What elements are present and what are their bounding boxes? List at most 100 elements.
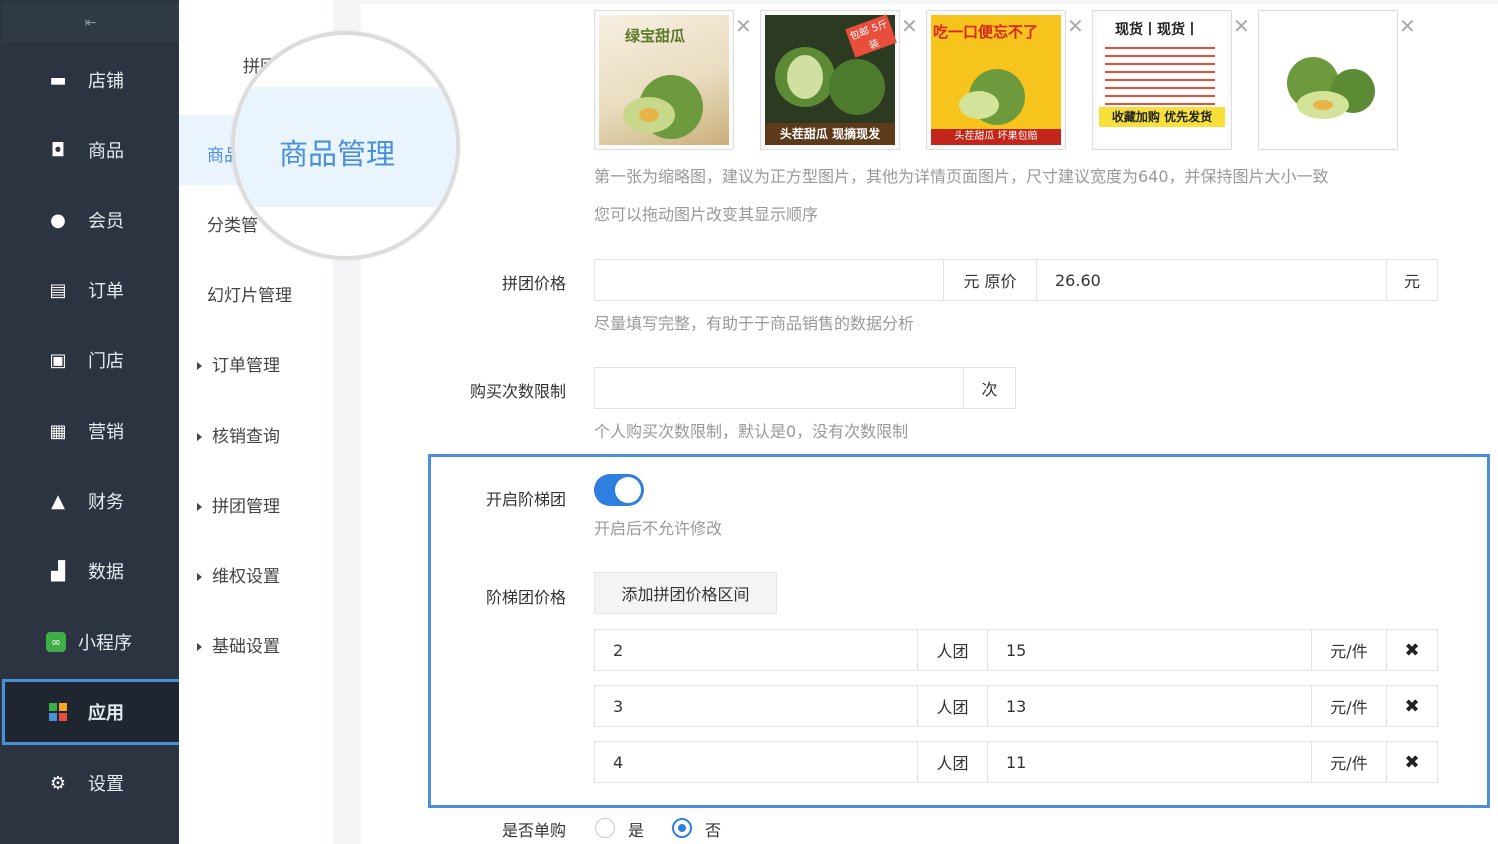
people-count-input[interactable]: 4 [594,741,918,783]
sidebar-item-data[interactable]: ▟ 数据 [2,541,179,601]
ladder-price-input[interactable]: 13 [987,685,1312,727]
image-footer: 头茬甜瓜 坏果包赔 [931,129,1061,145]
image-help-text: 第一张为缩略图，建议为正方型图片，其他为详情页面图片，尺寸建议宽度为640，并保… [594,167,1329,186]
original-price-input[interactable]: 26.60 [1036,259,1387,301]
image-caption: 现货丨现货丨 [1115,22,1199,38]
close-icon[interactable]: ✕ [1067,14,1084,38]
sidebar-item-apps[interactable]: 应用 [2,679,189,745]
money-bag-icon: ▲ [51,490,65,512]
price-unit-addon: 元 [1386,259,1438,301]
sidebar-item-members[interactable]: ● 会员 [2,190,179,250]
subnav-item-verify[interactable]: 核销查询 [197,422,280,447]
people-count-input[interactable]: 2 [594,629,918,671]
price-unit-addon: 元/件 [1311,685,1387,727]
collapse-icon[interactable]: ⇤ [2,3,179,43]
ladder-price-input[interactable]: 15 [987,629,1312,671]
ladder-toggle-switch[interactable] [594,474,644,506]
people-unit-addon: 人团 [917,741,988,783]
subnav-item-basic[interactable]: 基础设置 [197,632,280,657]
group-price-label: 拼团价格 [501,274,566,293]
original-price-addon: 元 原价 [943,259,1037,301]
promo-text-lines [1105,41,1215,105]
shop-icon: ▣ [49,349,67,371]
sidebar-item-label: 营销 [88,422,124,443]
limit-unit-addon: 次 [963,367,1016,409]
ladder-price-input[interactable]: 11 [987,741,1312,783]
purchase-limit-label: 购买次数限制 [469,382,566,401]
user-icon: ● [50,209,66,231]
store-icon: ▬ [49,69,67,91]
sidebar-item-marketing[interactable]: ▦ 营销 [2,401,179,461]
sidebar-item-label: 应用 [88,703,124,724]
people-unit-addon: 人团 [917,629,988,671]
sidebar-item-label: 财务 [88,492,124,513]
main-sidebar: ⇤ ▬ 店铺 ◘ 商品 ● 会员 ▤ 订单 ▣ 门店 ▦ 营销 ▲ 财务 ▟ 数据 ∞ 小程序 应… [0,0,189,844]
delete-row-icon[interactable]: ✖ [1386,629,1438,671]
add-price-range-button[interactable]: 添加拼团价格区间 [594,572,777,614]
sidebar-item-settings[interactable]: ⚙ 设置 [2,753,179,813]
subnav-item-slides[interactable]: 幻灯片管理 [207,281,292,306]
close-icon[interactable]: ✕ [735,14,752,38]
sidebar-item-orders[interactable]: ▤ 订单 [2,260,179,320]
sidebar-item-label: 设置 [88,774,124,795]
sidebar-item-label: 商品 [88,141,124,162]
single-purchase-label: 是否单购 [501,821,566,840]
purchase-limit-input[interactable] [594,367,964,409]
single-no-label: 否 [705,821,722,840]
product-image-3[interactable]: 吃一口便忘不了 头茬甜瓜 坏果包赔 [926,10,1066,150]
product-image-2[interactable]: 包邮 5斤装 头茬甜瓜 现摘现发 [760,10,900,150]
ladder-price-label: 阶梯团价格 [485,588,566,607]
apps-icon [48,702,68,722]
product-image-1[interactable]: 绿宝甜瓜 [594,10,734,150]
document-icon: ▤ [49,279,67,301]
single-yes-radio[interactable] [595,818,615,838]
subnav-item-rights[interactable]: 维权设置 [197,562,280,587]
image-drag-help: 您可以拖动图片改变其显示顺序 [594,205,819,224]
subnav-item-orders[interactable]: 订单管理 [197,351,280,376]
single-yes-label: 是 [628,821,645,840]
sidebar-item-label: 订单 [88,281,124,302]
goods-icon: ◘ [50,139,66,161]
sidebar-item-label: 店铺 [88,71,124,92]
subnav-item-category[interactable]: 分类管 [207,211,258,236]
miniprogram-icon: ∞ [46,632,66,652]
delete-row-icon[interactable]: ✖ [1386,741,1438,783]
sidebar-item-label: 小程序 [78,633,132,654]
image-footer: 收藏加购 优先发货 [1099,107,1225,127]
sidebar-item-miniprogram[interactable]: ∞ 小程序 [2,612,179,672]
sidebar-item-label: 门店 [88,351,124,372]
price-unit-addon: 元/件 [1311,629,1387,671]
sidebar-item-label: 数据 [88,562,124,583]
magnifier-text: 商品管理 [279,137,396,171]
close-icon[interactable]: ✕ [901,14,918,38]
toggle-knob [615,477,641,503]
delete-row-icon[interactable]: ✖ [1386,685,1438,727]
product-image-5[interactable] [1258,10,1398,150]
close-icon[interactable]: ✕ [1399,14,1416,38]
sidebar-item-finance[interactable]: ▲ 财务 [2,471,179,531]
group-price-input[interactable] [594,259,944,301]
ladder-toggle-help: 开启后不允许修改 [594,519,723,538]
sidebar-item-label: 会员 [88,211,124,232]
subnav-item-groupbuy[interactable]: 拼团管理 [197,492,280,517]
gear-icon: ⚙ [49,772,67,794]
ladder-toggle-label: 开启阶梯团 [485,490,566,509]
chart-icon: ▟ [51,560,65,582]
gift-icon: ▦ [49,420,67,442]
sidebar-item-store[interactable]: ▬ 店铺 [2,50,179,110]
image-caption: 头茬甜瓜 现摘现发 [765,123,895,145]
price-unit-addon: 元/件 [1311,741,1387,783]
sidebar-item-shops[interactable]: ▣ 门店 [2,330,179,390]
melon-image [1263,15,1393,145]
image-caption: 绿宝甜瓜 [625,27,686,45]
magnifier-callout: 商品管理 [231,31,460,260]
price-help-text: 尽量填写完整，有助于于商品销售的数据分析 [594,314,915,333]
single-no-radio[interactable] [672,818,692,838]
limit-help-text: 个人购买次数限制，默认是0，没有次数限制 [594,422,909,441]
people-count-input[interactable]: 3 [594,685,918,727]
sidebar-item-goods[interactable]: ◘ 商品 [2,120,179,180]
close-icon[interactable]: ✕ [1233,14,1250,38]
product-image-4[interactable]: 现货丨现货丨 收藏加购 优先发货 [1092,10,1232,150]
top-divider [361,0,1498,4]
people-unit-addon: 人团 [917,685,988,727]
